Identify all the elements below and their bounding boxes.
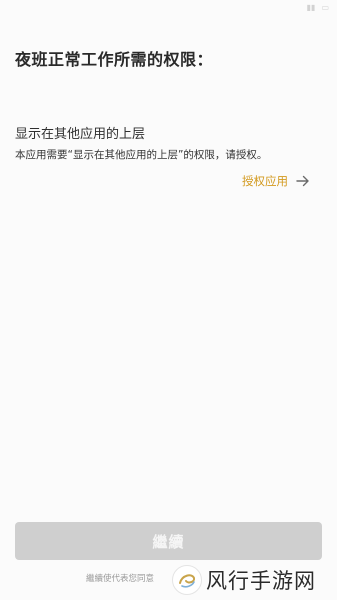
battery-icon: ▭ xyxy=(321,3,329,12)
watermark-logo-icon xyxy=(172,565,202,595)
watermark: 风行手游网 xyxy=(172,560,337,600)
permission-name: 显示在其他应用的上层 xyxy=(15,127,146,142)
authorize-app-link[interactable]: 授权应用 xyxy=(242,173,310,189)
watermark-swirl-icon xyxy=(179,574,196,588)
page-title: 夜班正常工作所需的权限： xyxy=(15,50,214,69)
status-icons: ▮▮ ▭ xyxy=(307,3,329,13)
permission-description: 本应用需要“显示在其他应用的上层”的权限，请授权。 xyxy=(15,149,268,161)
continue-button[interactable]: 繼續 xyxy=(15,522,322,560)
authorize-app-label: 授权应用 xyxy=(242,174,288,188)
consent-note: 繼續使代表您同意 xyxy=(86,574,155,584)
status-bar: ▮▮ ▭ xyxy=(0,0,337,18)
screen: ▮▮ ▭ 夜班正常工作所需的权限： 显示在其他应用的上层 本应用需要“显示在其他… xyxy=(0,0,337,600)
watermark-text: 风行手游网 xyxy=(206,569,316,593)
arrow-right-icon xyxy=(296,175,309,187)
signal-icon: ▮▮ xyxy=(306,3,316,12)
